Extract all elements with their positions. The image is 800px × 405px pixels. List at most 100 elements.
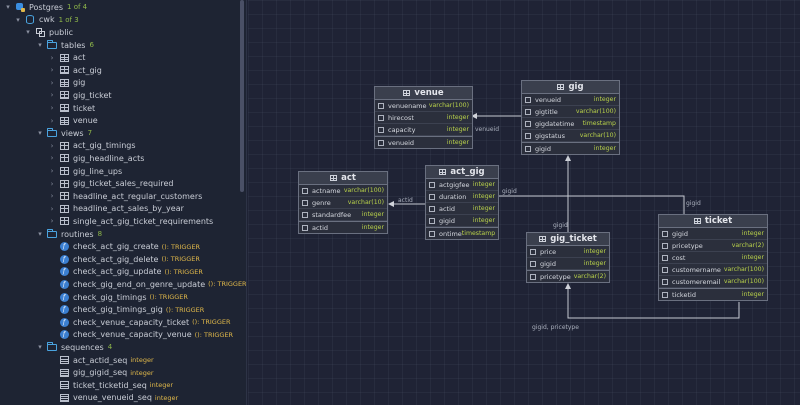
entity-column[interactable]: actname varchar(100) (299, 185, 387, 197)
chevron-right-icon[interactable]: › (48, 217, 56, 225)
tree-item-routine-check-venue-capacity-venue[interactable]: f check_venue_capacity_venue (): TRIGGER (48, 329, 233, 342)
entity-header[interactable]: act_gig (426, 166, 498, 179)
entity-column[interactable]: gigid integer (426, 215, 498, 227)
entity-column[interactable]: actid integer (299, 221, 387, 233)
entity-column[interactable]: price integer (527, 246, 609, 258)
tree-item-routine-check-act-gig-delete[interactable]: f check_act_gig_delete (): TRIGGER (48, 253, 200, 266)
chevron-right-icon[interactable]: › (48, 91, 56, 99)
tree-item-label: check_gig_timings_gig (73, 305, 163, 315)
tree-item-sequence-act-actid-seq[interactable]: act_actid_seq integer (48, 354, 154, 367)
entity-header[interactable]: gig (522, 81, 619, 94)
entity-column[interactable]: customeremail varchar(100) (659, 276, 767, 288)
entity-column[interactable]: gigtitle varchar(100) (522, 106, 619, 118)
chevron-down-icon[interactable]: ▾ (14, 16, 22, 24)
chevron-right-icon[interactable]: › (48, 167, 56, 175)
entity-column[interactable]: ontime timestamp (426, 227, 498, 239)
tree-item-sequence-gig-gigid-seq[interactable]: gig_gigid_seq integer (48, 366, 154, 379)
tree-item-folder-routines[interactable]: ▾ routines 8 (36, 228, 102, 241)
tree-item-view-headline-act-sales-by-year[interactable]: › headline_act_sales_by_year (48, 203, 184, 216)
tree-item-table-gig[interactable]: › gig (48, 77, 86, 90)
entity-column[interactable]: customername varchar(100) (659, 264, 767, 276)
tree-item-folder-sequences[interactable]: ▾ sequences 4 (36, 341, 112, 354)
chevron-right-icon[interactable]: › (48, 180, 56, 188)
chevron-down-icon[interactable]: ▾ (36, 129, 44, 137)
entity-column[interactable]: gigid integer (522, 142, 619, 154)
tree-item-label: gig_gigid_seq (73, 368, 128, 378)
entity-column[interactable]: duration integer (426, 191, 498, 203)
chevron-right-icon[interactable]: › (48, 66, 56, 74)
entity-column[interactable]: gigid integer (659, 228, 767, 240)
tree-item-view-headline-act-regular-customers[interactable]: › headline_act_regular_customers (48, 190, 203, 203)
tree-item-postgres-connection[interactable]: ▾ Postgres 1 of 4 (4, 1, 87, 14)
tree-item-table-gig-ticket[interactable]: › gig_ticket (48, 89, 112, 102)
chevron-down-icon[interactable]: ▾ (4, 3, 12, 11)
tree-item-folder-tables[interactable]: ▾ tables 6 (36, 39, 94, 52)
chevron-right-icon[interactable]: › (48, 54, 56, 62)
entity-column[interactable]: cost integer (659, 252, 767, 264)
chevron-right-icon[interactable]: › (48, 79, 56, 87)
entity-column[interactable]: actid integer (426, 203, 498, 215)
tree-item-table-ticket[interactable]: › ticket (48, 102, 96, 115)
tree-item-table-act-gig[interactable]: › act_gig (48, 64, 102, 77)
entity-header[interactable]: act (299, 172, 387, 185)
chevron-right-icon[interactable]: › (48, 104, 56, 112)
chevron-right-icon[interactable]: › (48, 205, 56, 213)
entity-column[interactable]: hirecost integer (375, 112, 472, 124)
chevron-down-icon[interactable]: ▾ (36, 41, 44, 49)
tree-item-view-act-gig-timings[interactable]: › act_gig_timings (48, 140, 136, 153)
entity-column[interactable]: capacity integer (375, 124, 472, 136)
tree-item-routine-check-act-gig-create[interactable]: f check_act_gig_create (): TRIGGER (48, 240, 200, 253)
chevron-right-icon[interactable]: › (48, 154, 56, 162)
tree-item-table-venue[interactable]: › venue (48, 114, 98, 127)
tree-item-routine-check-gig-timings-gig[interactable]: f check_gig_timings_gig (): TRIGGER (48, 303, 204, 316)
entity-column[interactable]: venueid integer (375, 136, 472, 148)
chevron-right-icon[interactable]: › (48, 117, 56, 125)
tree-item-database-cwk[interactable]: ▾ cwk 1 of 3 (14, 14, 79, 27)
tree-item-routine-check-venue-capacity-ticket[interactable]: f check_venue_capacity_ticket (): TRIGGER (48, 316, 231, 329)
entity-gig-ticket[interactable]: gig_ticket price integer gigid integer pricet… (526, 232, 610, 283)
entity-venue[interactable]: venue venuename varchar(100) hirecost intege… (374, 86, 473, 149)
tree-item-sequence-ticket-ticketid-seq[interactable]: ticket_ticketid_seq integer (48, 379, 173, 392)
entity-gig[interactable]: gig venueid integer gigtitle varchar(100) gig… (521, 80, 620, 155)
entity-act-gig[interactable]: act_gig actgigfee integer duration integer ac… (425, 165, 499, 240)
tree-item-table-act[interactable]: › act (48, 51, 86, 64)
entity-column[interactable]: genre varchar(10) (299, 197, 387, 209)
entity-column[interactable]: gigstatus varchar(10) (522, 130, 619, 142)
entity-column[interactable]: standardfee integer (299, 209, 387, 221)
entity-column[interactable]: pricetype varchar(2) (527, 270, 609, 282)
chevron-right-icon[interactable]: › (48, 192, 56, 200)
entity-ticket[interactable]: ticket gigid integer pricetype varchar(2) cos… (658, 214, 768, 301)
chevron-right-icon[interactable]: › (48, 142, 56, 150)
er-diagram-canvas[interactable]: venueid actid gigid gigid gigid gigid, p… (248, 0, 800, 405)
entity-header[interactable]: gig_ticket (527, 233, 609, 246)
tree-item-view-single-act-gig-ticket-requirements[interactable]: › single_act_gig_ticket_requirements (48, 215, 214, 228)
entity-column[interactable]: gigid integer (527, 258, 609, 270)
entity-header[interactable]: venue (375, 87, 472, 100)
chevron-down-icon[interactable]: ▾ (36, 343, 44, 351)
entity-header[interactable]: ticket (659, 215, 767, 228)
chevron-down-icon[interactable]: ▾ (36, 230, 44, 238)
tree-item-view-gig-ticket-sales-required[interactable]: › gig_ticket_sales_required (48, 177, 174, 190)
tree-item-type: (): TRIGGER (165, 305, 205, 314)
entity-column[interactable]: gigdatetime timestamp (522, 118, 619, 130)
entity-column[interactable]: venuename varchar(100) (375, 100, 472, 112)
tree-scrollbar[interactable] (240, 0, 244, 192)
tree-item-view-gig-headline-acts[interactable]: › gig_headline_acts (48, 152, 145, 165)
chevron-down-icon[interactable]: ▾ (24, 28, 32, 36)
tree-item-routine-check-act-gig-update[interactable]: f check_act_gig_update (): TRIGGER (48, 266, 203, 279)
tree-item-routine-check-gig-timings[interactable]: f check_gig_timings (): TRIGGER (48, 291, 188, 304)
tree-item-folder-views[interactable]: ▾ views 7 (36, 127, 92, 140)
entity-column[interactable]: pricetype varchar(2) (659, 240, 767, 252)
entity-column[interactable]: ticketid integer (659, 288, 767, 300)
tree-item-routine-check-gig-end-on-genre-update[interactable]: f check_gig_end_on_genre_update (): TRIGGE… (48, 278, 246, 291)
tree-item-view-gig-line-ups[interactable]: › gig_line_ups (48, 165, 123, 178)
entity-column[interactable]: venueid integer (522, 94, 619, 106)
entity-act[interactable]: act actname varchar(100) genre varchar(10) st… (298, 171, 388, 234)
tree-item-schema-public[interactable]: ▾ public (24, 26, 73, 39)
tree-item-type: integer (130, 368, 154, 377)
column-icon (662, 254, 668, 261)
entity-column[interactable]: actgigfee integer (426, 179, 498, 191)
tree-item-label: gig_ticket (73, 90, 112, 100)
tree-item-sequence-venue-venueid-seq[interactable]: venue_venueid_seq integer (48, 392, 178, 405)
column-icon (429, 230, 435, 237)
